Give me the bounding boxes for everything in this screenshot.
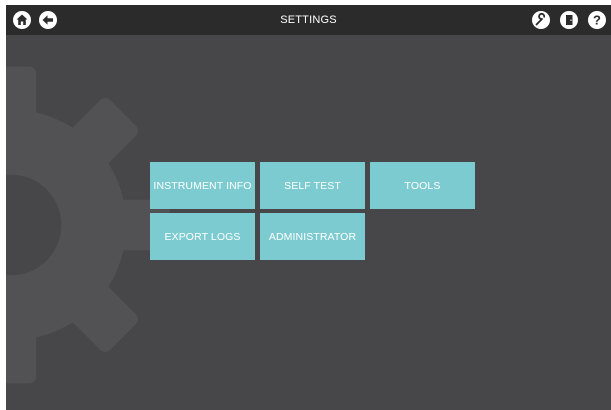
instrument-info-button[interactable]: INSTRUMENT INFO bbox=[150, 162, 255, 209]
service-icon[interactable] bbox=[531, 10, 551, 30]
top-bar: SETTINGS ? bbox=[6, 5, 611, 35]
export-logs-button[interactable]: EXPORT LOGS bbox=[150, 213, 255, 260]
page-title: SETTINGS bbox=[280, 14, 337, 26]
app-window: SETTINGS ? INSTRUMENT INFO SELF TEST TOO… bbox=[6, 5, 611, 410]
tools-button[interactable]: TOOLS bbox=[370, 162, 475, 209]
help-icon[interactable]: ? bbox=[587, 10, 607, 30]
svg-text:?: ? bbox=[593, 13, 601, 28]
back-icon[interactable] bbox=[38, 10, 58, 30]
exit-icon[interactable] bbox=[559, 10, 579, 30]
self-test-button[interactable]: SELF TEST bbox=[260, 162, 365, 209]
administrator-button[interactable]: ADMINISTRATOR bbox=[260, 213, 365, 260]
home-icon[interactable] bbox=[12, 10, 32, 30]
